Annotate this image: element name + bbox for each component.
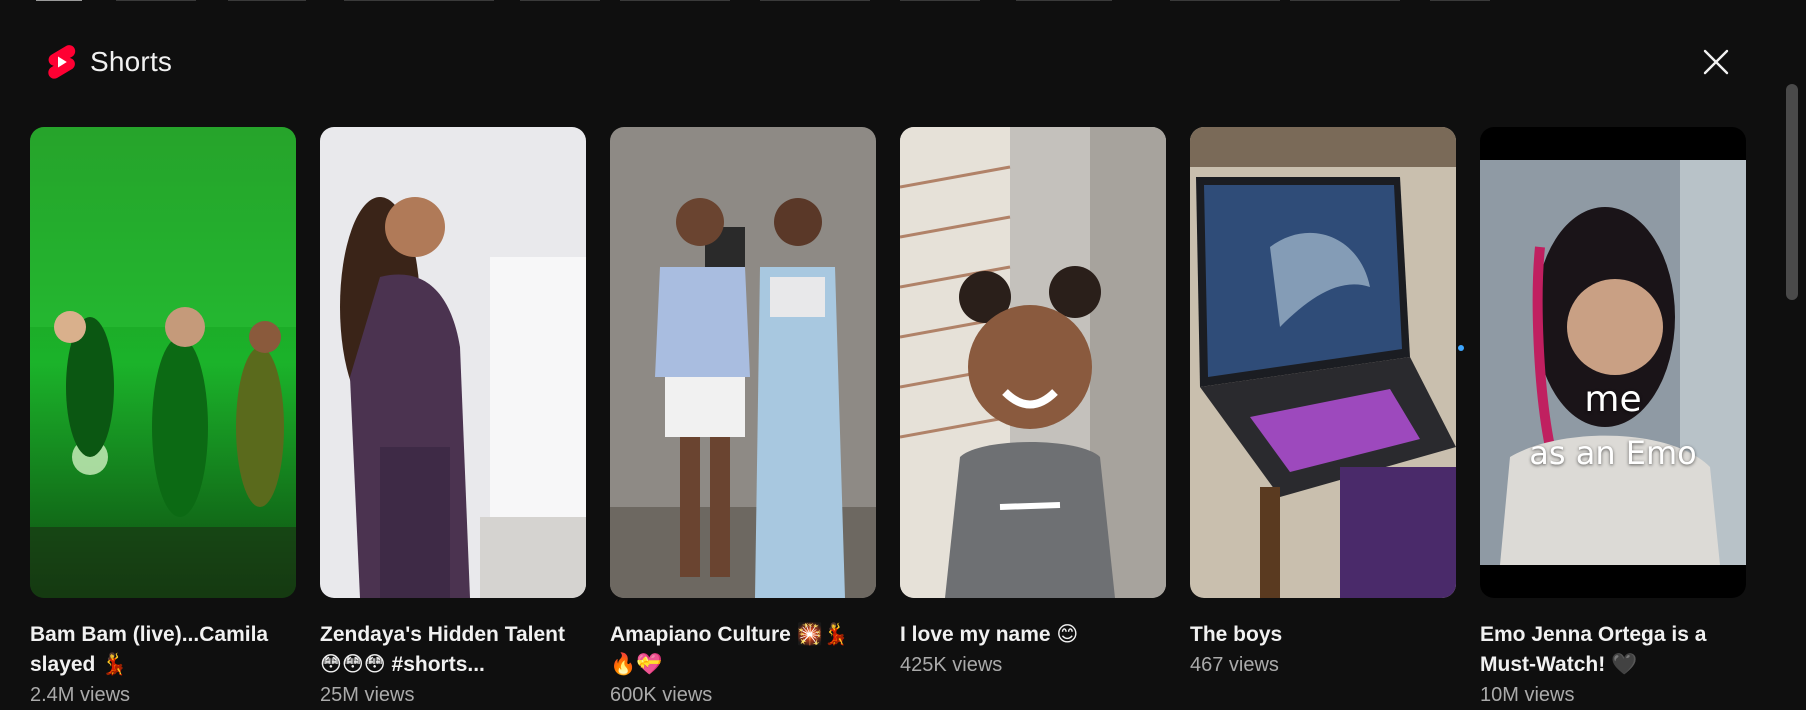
shelf-header: Shorts <box>46 42 172 82</box>
close-icon <box>1703 49 1729 75</box>
short-title[interactable]: Bam Bam (live)...Camila slayed 💃 <box>30 620 296 680</box>
short-thumbnail-image <box>610 127 876 598</box>
short-card[interactable]: Amapiano Culture 🎇💃 🔥💝 600K views <box>610 127 876 710</box>
short-card[interactable]: me as an Emo Emo Jenna Ortega is a Must-… <box>1480 127 1746 710</box>
youtube-shorts-icon <box>48 45 76 79</box>
short-card[interactable]: The boys 467 views <box>1190 127 1456 680</box>
short-views: 10M views <box>1480 684 1575 706</box>
short-thumbnail-image <box>900 127 1166 598</box>
short-views: 467 views <box>1190 654 1279 676</box>
short-title[interactable]: Amapiano Culture 🎇💃 🔥💝 <box>610 620 876 680</box>
thumbnail-overlay-text: me <box>1584 379 1642 420</box>
short-card[interactable]: Zendaya's Hidden Talent 😳😳😳 #shorts... 2… <box>320 127 586 710</box>
short-thumbnail[interactable]: me as an Emo <box>1480 127 1746 598</box>
close-button[interactable] <box>1694 40 1738 84</box>
shelf-title: Shorts <box>90 46 173 77</box>
short-title[interactable]: The boys <box>1190 620 1456 650</box>
short-title[interactable]: Zendaya's Hidden Talent 😳😳😳 #shorts... <box>320 620 586 680</box>
top-tab-strip <box>0 0 1806 2</box>
short-views: 425K views <box>900 654 1003 676</box>
short-thumbnail[interactable] <box>320 127 586 598</box>
vertical-scrollbar-thumb[interactable] <box>1786 84 1798 300</box>
short-views: 25M views <box>320 684 415 706</box>
short-thumbnail-image <box>1190 127 1456 598</box>
thumbnail-overlay-text: as an Emo <box>1529 434 1697 472</box>
short-views: 2.4M views <box>30 684 131 706</box>
short-title[interactable]: I love my name 😊 <box>900 620 1166 650</box>
short-card[interactable]: Bam Bam (live)...Camila slayed 💃 2.4M vi… <box>30 127 296 710</box>
scroll-indicator-dot <box>1458 345 1464 351</box>
short-thumbnail[interactable] <box>30 127 296 598</box>
short-thumbnail-image <box>1480 127 1746 598</box>
short-thumbnail[interactable] <box>900 127 1166 598</box>
short-thumbnail[interactable] <box>610 127 876 598</box>
short-title[interactable]: Emo Jenna Ortega is a Must-Watch! 🖤 <box>1480 620 1746 680</box>
short-thumbnail-image <box>30 127 296 598</box>
short-views: 600K views <box>610 684 713 706</box>
short-thumbnail-image <box>320 127 586 598</box>
short-thumbnail[interactable] <box>1190 127 1456 598</box>
short-card[interactable]: I love my name 😊 425K views <box>900 127 1166 680</box>
